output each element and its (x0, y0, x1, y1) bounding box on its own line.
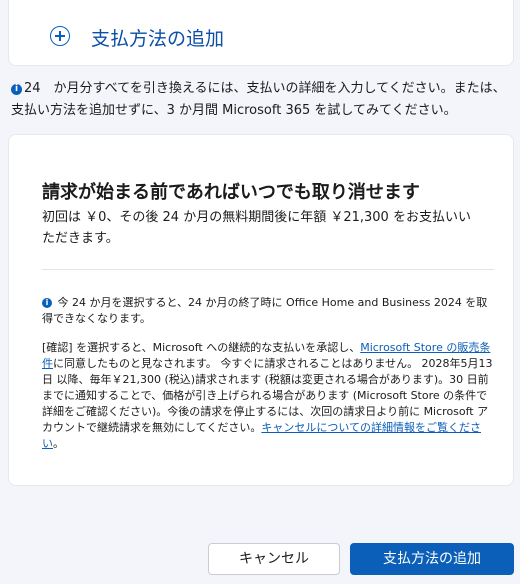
legal-terms: [確認] を選択すると、Microsoft への継続的な支払いを承認し、Micr… (42, 340, 494, 452)
add-payment-card: 支払方法の追加 (8, 0, 514, 66)
legal-text-1: [確認] を選択すると、Microsoft への継続的な支払いを承認し、 (42, 341, 361, 354)
info-text: 24 か月分すべてを引き換えるには、支払いの詳細を入力してください。または、支払… (11, 81, 506, 118)
plus-circle-icon[interactable] (50, 26, 70, 46)
info-icon: i (42, 298, 52, 308)
info-message: i 24 か月分すべてを引き換えるには、支払いの詳細を入力してください。または、支… (11, 78, 516, 122)
notice: i 今 24 か月を選択すると、24 か月の終了時に Office Home a… (42, 295, 494, 327)
add-payment-method-button[interactable]: 支払方法の追加 (350, 543, 514, 575)
add-payment-method-link[interactable]: 支払方法の追加 (91, 24, 224, 51)
billing-summary-card: 請求が始まる前であればいつでも取り消せます 初回は ￥0、その後 24 か月の無… (8, 134, 514, 486)
cancel-button[interactable]: キャンセル (208, 543, 340, 575)
info-icon: i (11, 84, 22, 95)
summary-title: 請求が始まる前であればいつでも取り消せます (42, 182, 420, 203)
notice-text: 今 24 か月を選択すると、24 か月の終了時に Office Home and… (42, 296, 488, 325)
summary-subtitle: 初回は ￥0、その後 24 か月の無料期間後に年額 ￥21,300 をお支払いい… (42, 210, 471, 246)
legal-text-3: 。 (53, 437, 64, 450)
divider (42, 269, 494, 270)
